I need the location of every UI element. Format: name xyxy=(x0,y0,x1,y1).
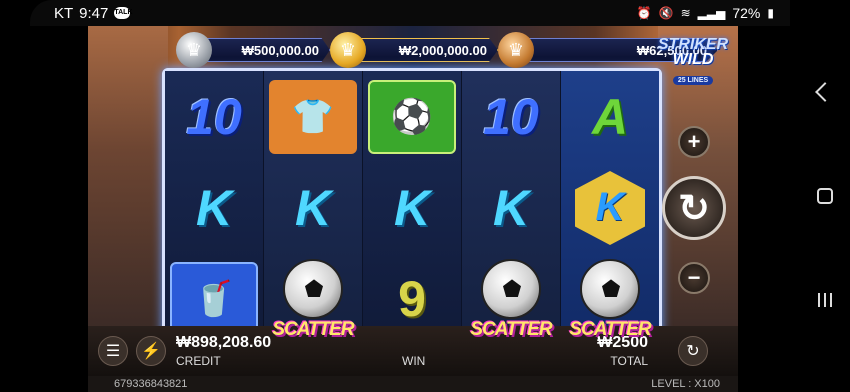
reel-cell: K xyxy=(363,162,461,253)
gold-jackpot: ₩2,000,000.00 xyxy=(348,38,498,62)
silver-medal-icon: ♛ xyxy=(176,32,212,68)
recent-apps-icon[interactable] xyxy=(818,293,832,308)
bet-increase-button[interactable]: + xyxy=(678,126,710,158)
reel-cell: K xyxy=(561,162,659,253)
battery-icon: ▮ xyxy=(767,6,774,20)
total-label: TOTAL xyxy=(610,354,648,368)
slot-game: ♛ ₩500,000.00 ♛ ₩2,000,000.00 ♛ ₩62,500.… xyxy=(88,26,738,376)
bet-decrease-button[interactable]: − xyxy=(678,262,710,294)
reel-cell: K xyxy=(462,162,560,253)
scatter-symbol: SCATTER xyxy=(463,255,559,343)
symbol-k: K xyxy=(393,179,431,236)
game-footer: 679336843821 LEVEL : X100 xyxy=(88,376,738,392)
menu-button[interactable]: ☰ xyxy=(98,336,128,366)
reel-cell: 10 xyxy=(165,71,263,162)
home-icon[interactable] xyxy=(817,187,833,204)
symbol-ten: 10 xyxy=(186,88,242,145)
reel-cell: SCATTER xyxy=(462,254,560,345)
scatter-symbol: SCATTER xyxy=(265,255,361,343)
reel-cell: SCATTER xyxy=(264,254,362,345)
soccer-ball-icon xyxy=(580,259,640,320)
reel-cell: K xyxy=(264,162,362,253)
bronze-medal-icon: ♛ xyxy=(498,32,534,68)
reel-cell: 👕 xyxy=(264,71,362,162)
session-id: 679336843821 xyxy=(114,378,188,390)
game-logo: STRIKER WILD 25 LINES xyxy=(657,36,729,85)
symbol-k: K xyxy=(294,179,332,236)
android-nav-bar xyxy=(800,0,850,392)
reel-cell: SCATTER xyxy=(561,254,659,345)
mute-icon: 🔇 xyxy=(658,6,674,20)
reel-2: 👕 K SCATTER xyxy=(264,71,363,345)
chat-notification-icon: TALK xyxy=(114,7,133,19)
carrier-label: KT xyxy=(54,4,74,22)
goal-symbol-icon: ⚽ xyxy=(368,79,456,154)
jackpot-bar: ♛ ₩500,000.00 ♛ ₩2,000,000.00 ♛ ₩62,500.… xyxy=(170,32,718,68)
back-icon[interactable] xyxy=(815,81,835,102)
scatter-symbol: SCATTER xyxy=(562,255,658,343)
alarm-icon: ⏰ xyxy=(636,6,652,20)
reel-1: 10 K 🥤 xyxy=(165,71,264,345)
reel-cell: A xyxy=(561,71,659,162)
autoplay-icon: ↻ xyxy=(686,343,700,360)
signal-icon: ▂▃▅ xyxy=(697,6,726,20)
level-indicator: LEVEL : X100 xyxy=(651,378,720,390)
menu-icon: ☰ xyxy=(105,343,121,360)
reel-grid: 10 K 🥤 👕 K SCATTER ⚽ K 9 10 K SCATTER A … xyxy=(162,68,662,348)
credit-value: ₩898,208.60 xyxy=(176,334,272,351)
reel-cell: K xyxy=(165,162,263,253)
reel-cell: ⚽ xyxy=(363,71,461,162)
status-bar: KT 9:47 TALK ⏰ 🔇 ≋ ▂▃▅ 72% ▮ xyxy=(30,0,790,26)
k-hex-symbol: K xyxy=(575,170,645,245)
wifi-icon: ≋ xyxy=(680,6,691,20)
win-label: WIN xyxy=(402,354,426,368)
soccer-ball-icon xyxy=(481,259,541,320)
spin-button[interactable]: ↻ xyxy=(662,176,726,240)
reel-4: 10 K SCATTER xyxy=(462,71,561,345)
symbol-nine: 9 xyxy=(398,271,426,328)
autoplay-button[interactable]: ↻ xyxy=(678,336,708,366)
symbol-a: A xyxy=(591,88,629,145)
symbol-k: K xyxy=(195,179,233,236)
lightning-icon: ⚡ xyxy=(141,343,161,360)
turbo-button[interactable]: ⚡ xyxy=(136,336,166,366)
credit-label: CREDIT xyxy=(176,354,221,368)
reel-5: A K SCATTER xyxy=(561,71,659,345)
clock: 9:47 xyxy=(79,4,109,22)
reel-cell: 10 xyxy=(462,71,560,162)
locker-room-left xyxy=(88,26,168,336)
battery-level: 72% xyxy=(732,5,761,21)
jersey-symbol-icon: 👕 xyxy=(269,79,357,154)
reel-3: ⚽ K 9 xyxy=(363,71,462,345)
gold-medal-icon: ♛ xyxy=(330,32,366,68)
symbol-k: K xyxy=(492,179,530,236)
symbol-ten: 10 xyxy=(483,88,539,145)
soccer-ball-icon xyxy=(283,259,343,320)
